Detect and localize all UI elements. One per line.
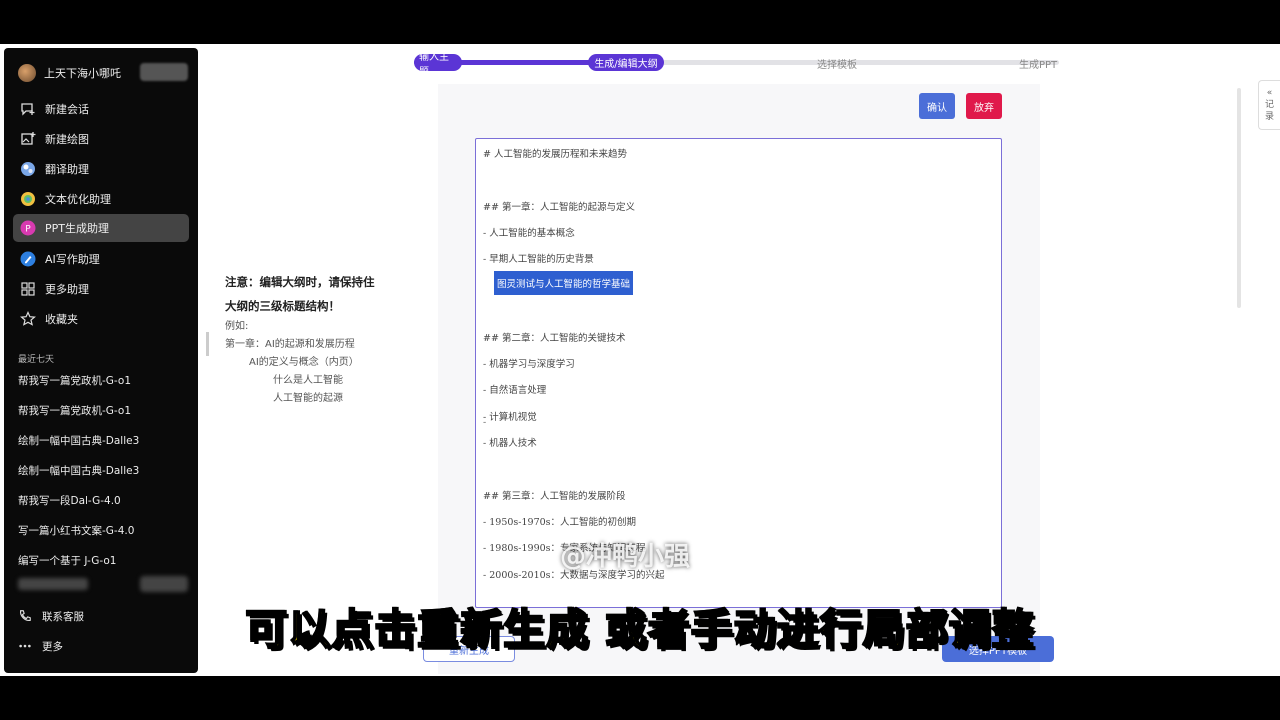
video-subtitle: 可以点击重新生成 或者手动进行局部调整 <box>244 604 1035 655</box>
history-item[interactable]: 写一篇小红书文案-G-4.0 <box>18 523 134 538</box>
record-tab[interactable]: « 记 录 <box>1258 80 1280 130</box>
star-icon <box>19 310 37 328</box>
grid-icon <box>19 280 37 298</box>
outline-line: ## 第二章：人工智能的关键技术 <box>483 333 626 344</box>
outline-line: ## 第三章：人工智能的发展阶段 <box>483 491 626 502</box>
sidebar-item-new-chat[interactable]: 新建会话 <box>13 95 189 123</box>
outline-line: - 早期人工智能的历史背景 <box>483 254 594 265</box>
ppt-icon: P <box>19 219 37 237</box>
sidebar-item-label: 更多助理 <box>45 283 89 296</box>
video-watermark: @冲鸭小强 <box>560 542 691 572</box>
text-optimize-icon <box>19 190 37 208</box>
hint-example-level3a: 什么是人工智能 <box>273 375 343 386</box>
history-item[interactable]: 帮我写一段Dal-G-4.0 <box>18 493 121 508</box>
recent-section-label: 最近七天 <box>18 355 55 365</box>
sidebar-item-text-optimize[interactable]: 文本优化助理 <box>13 185 189 213</box>
outline-line: ## 第一章：人工智能的起源与定义 <box>483 202 635 213</box>
sidebar-item-label: 文本优化助理 <box>45 193 111 206</box>
outline-line: # 人工智能的发展历程和未来趋势 <box>483 149 627 160</box>
sidebar: 上天下海小哪吒 新建会话 新建绘图 翻译助理 文本优化助理 P PPT生成助理 <box>4 48 198 673</box>
chat-plus-icon <box>19 100 37 118</box>
collapse-arrow-icon: « <box>1266 88 1273 98</box>
sidebar-item-new-drawing[interactable]: 新建绘图 <box>13 125 189 153</box>
sidebar-item-label: 收藏夹 <box>45 313 78 326</box>
sidebar-item-label: AI写作助理 <box>45 253 100 266</box>
sidebar-item-more-assistants[interactable]: 更多助理 <box>13 275 189 303</box>
step-edit-outline[interactable]: 生成/编辑大纲 <box>588 54 664 71</box>
step-input-topic[interactable]: 输入主题 <box>414 52 462 78</box>
hint-title-line2: 大纲的三级标题结构！ <box>225 299 340 313</box>
discard-button[interactable]: 放弃 <box>966 93 1002 119</box>
hint-example-level3b: 人工智能的起源 <box>273 393 343 404</box>
svg-text:P: P <box>25 225 31 235</box>
history-item[interactable]: 绘制一幅中国古典-Dalle3 <box>18 433 139 448</box>
outline-hint: 注意：编辑大纲时，请保持住 大纲的三级标题结构！ 例如: 第一章：AI的起源和发… <box>225 270 405 408</box>
hint-example-level1: 第一章：AI的起源和发展历程 <box>225 339 355 350</box>
history-item[interactable]: 帮我写一篇党政机-G-o1 <box>18 403 131 418</box>
username: 上天下海小哪吒 <box>44 67 121 80</box>
progress-stepper: 输入主题 生成/编辑大纲 选择模板 生成PPT <box>414 52 1064 78</box>
blurred-history-item[interactable] <box>18 576 188 594</box>
history-item[interactable]: 绘制一幅中国古典-Dalle3 <box>18 463 139 478</box>
hint-title-line1: 注意：编辑大纲时，请保持住 <box>225 275 375 289</box>
sidebar-item-ai-write[interactable]: AI写作助理 <box>13 245 189 273</box>
sidebar-item-translate[interactable]: 翻译助理 <box>13 155 189 183</box>
outline-line: - 机器学习与深度学习 <box>483 359 575 370</box>
sidebar-item-label: PPT生成助理 <box>45 222 109 235</box>
scrollbar[interactable] <box>1237 88 1241 308</box>
record-tab-char: 记 <box>1264 100 1274 110</box>
hint-example-level2: AI的定义与概念（内页） <box>249 357 359 368</box>
hint-example-label: 例如: <box>225 321 249 332</box>
ai-write-icon <box>19 250 37 268</box>
selected-outline-text[interactable]: 图灵测试与人工智能的哲学基础 <box>494 271 634 295</box>
avatar <box>18 64 36 82</box>
sidebar-item-label: 新建绘图 <box>45 133 89 146</box>
outline-line: - 自然语言处理 <box>483 385 547 396</box>
outline-line: - 计算机视觉 <box>483 412 537 423</box>
sidebar-item-label: 新建会话 <box>45 103 89 116</box>
sidebar-item-label: 翻译助理 <box>45 163 89 176</box>
image-plus-icon <box>19 130 37 148</box>
history-item[interactable]: 编写一个基于 J-G-o1 <box>18 553 116 568</box>
outline-textarea[interactable]: # 人工智能的发展历程和未来趋势 ## 第一章：人工智能的起源与定义 - 人工智… <box>475 138 1002 608</box>
outline-line: - 人工智能的基本概念 <box>483 228 575 239</box>
sidebar-item-favorites[interactable]: 收藏夹 <box>13 305 189 333</box>
user-profile[interactable]: 上天下海小哪吒 <box>18 62 188 84</box>
outline-line: - 1950s-1970s：人工智能的初创期 <box>483 517 637 528</box>
record-tab-char: 录 <box>1264 112 1274 122</box>
vip-badge[interactable] <box>140 63 188 81</box>
panel-resize-handle[interactable] <box>206 332 209 356</box>
step-generate-ppt[interactable]: 生成PPT <box>1019 56 1057 71</box>
translate-icon <box>19 160 37 178</box>
history-item[interactable]: 帮我写一篇党政机-G-o1 <box>18 373 131 388</box>
outline-line: - 机器人技术 <box>483 438 537 449</box>
confirm-button[interactable]: 确认 <box>919 93 955 119</box>
sidebar-item-ppt[interactable]: P PPT生成助理 <box>13 214 189 242</box>
step-choose-template[interactable]: 选择模板 <box>817 56 857 71</box>
